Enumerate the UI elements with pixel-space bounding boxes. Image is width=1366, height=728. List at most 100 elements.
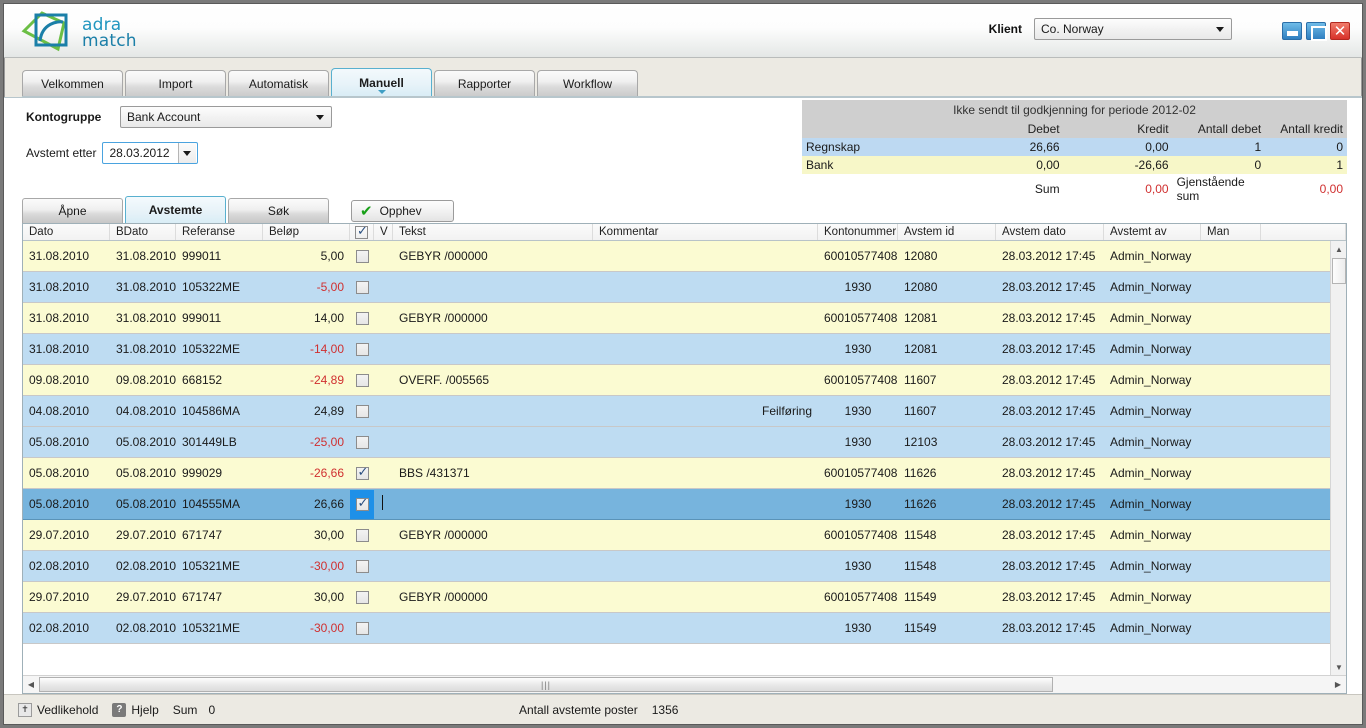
col-header-v[interactable]: V — [374, 224, 393, 240]
col-header-avstemt-av[interactable]: Avstemt av — [1104, 224, 1201, 240]
cell-kontonummer: 60010577408 — [824, 528, 898, 542]
table-row[interactable]: 29.07.2010 29.07.2010 671747 30,00 GEBYR /00… — [23, 582, 1346, 613]
row-checkbox-cell[interactable] — [350, 311, 374, 325]
cell-bdato: 09.08.2010 — [116, 373, 176, 387]
minimize-button[interactable] — [1282, 22, 1302, 40]
kontogruppe-row: Kontogruppe Bank Account — [26, 106, 332, 128]
table-row[interactable]: 04.08.2010 04.08.2010 104586MA 24,89 Feilfør… — [23, 396, 1346, 427]
vertical-scrollbar[interactable]: ▲ ▼ — [1330, 241, 1346, 675]
antall-avstemte-label: Antall avstemte poster — [519, 702, 638, 717]
table-row[interactable]: 05.08.2010 05.08.2010 104555MA 26,66 1930 116… — [23, 489, 1346, 520]
close-button[interactable]: ✕ — [1330, 22, 1350, 40]
cell-referanse: 301449LB — [182, 435, 237, 449]
summary-col-antall-kredit: Antall kredit — [1265, 120, 1347, 138]
cell-avstem-dato: 28.03.2012 17:45 — [1002, 621, 1096, 635]
row-checkbox-cell[interactable] — [350, 466, 374, 480]
maximize-button[interactable] — [1306, 22, 1327, 41]
row-checkbox-cell[interactable] — [350, 559, 374, 573]
grid-body[interactable]: 31.08.2010 31.08.2010 999011 5,00 GEBYR /000… — [23, 241, 1346, 675]
row-checkbox[interactable] — [355, 559, 369, 573]
tab-automatisk[interactable]: Automatisk — [228, 70, 329, 97]
row-checkbox-cell[interactable] — [350, 590, 374, 604]
col-header-referanse[interactable]: Referanse — [176, 224, 263, 240]
scroll-left-icon[interactable]: ◀ — [23, 677, 39, 693]
row-checkbox-cell[interactable] — [350, 404, 374, 418]
table-row[interactable]: 05.08.2010 05.08.2010 999029 -26,66 BBS /431… — [23, 458, 1346, 489]
kontogruppe-dropdown[interactable]: Bank Account — [120, 106, 332, 128]
subtab-sok[interactable]: Søk — [228, 198, 329, 223]
row-checkbox-cell[interactable] — [350, 435, 374, 449]
table-row[interactable]: 31.08.2010 31.08.2010 105322ME -5,00 1930 120… — [23, 272, 1346, 303]
row-checkbox[interactable] — [355, 342, 369, 356]
client-dropdown[interactable]: Co. Norway — [1034, 18, 1232, 40]
opphev-button-label: Opphev — [379, 204, 422, 218]
tab-manuell[interactable]: Manuell — [331, 68, 432, 97]
table-row[interactable]: 29.07.2010 29.07.2010 671747 30,00 GEBYR /00… — [23, 520, 1346, 551]
row-checkbox-cell[interactable] — [350, 249, 374, 263]
avstemt-etter-value[interactable]: 28.03.2012 — [103, 146, 177, 160]
tab-velkommen[interactable]: Velkommen — [22, 70, 123, 97]
row-checkbox-cell[interactable] — [350, 280, 374, 294]
cell-bdato: 29.07.2010 — [116, 590, 176, 604]
scroll-up-icon[interactable]: ▲ — [1331, 241, 1346, 257]
col-header-man[interactable]: Man — [1201, 224, 1261, 240]
cell-avstem-dato: 28.03.2012 17:45 — [1002, 311, 1096, 325]
avstemt-etter-datepicker[interactable]: 28.03.2012 — [102, 142, 198, 164]
col-header-tekst[interactable]: Tekst — [393, 224, 593, 240]
tab-import[interactable]: Import — [125, 70, 226, 97]
tab-rapporter[interactable]: Rapporter — [434, 70, 535, 97]
row-checkbox-cell[interactable] — [350, 373, 374, 387]
col-header-kommentar[interactable]: Kommentar — [593, 224, 818, 240]
cell-bdato: 31.08.2010 — [116, 342, 176, 356]
cell-referanse: 999011 — [182, 311, 222, 325]
col-header-kontonummer[interactable]: Kontonummer — [818, 224, 898, 240]
col-header-dato[interactable]: Dato — [23, 224, 110, 240]
row-checkbox-cell[interactable] — [350, 489, 374, 519]
col-header-avstem-dato[interactable]: Avstem dato — [996, 224, 1104, 240]
horizontal-scrollbar[interactable]: ◀ ||| ▶ — [23, 675, 1346, 693]
row-checkbox[interactable] — [355, 373, 369, 387]
cell-referanse: 671747 — [182, 590, 223, 604]
row-checkbox[interactable] — [355, 496, 369, 511]
row-checkbox[interactable] — [355, 311, 369, 325]
table-row[interactable]: 02.08.2010 02.08.2010 105321ME -30,00 1930 11… — [23, 551, 1346, 582]
scroll-right-icon[interactable]: ▶ — [1330, 677, 1346, 693]
row-checkbox[interactable] — [355, 404, 369, 418]
col-header-bdato[interactable]: BDato — [110, 224, 176, 240]
horizontal-scroll-thumb[interactable]: ||| — [39, 677, 1053, 692]
select-all-checkbox[interactable] — [355, 224, 368, 239]
table-row[interactable]: 09.08.2010 09.08.2010 668152 -24,89 OVERF. /… — [23, 365, 1346, 396]
row-checkbox-cell[interactable] — [350, 528, 374, 542]
scroll-down-icon[interactable]: ▼ — [1331, 659, 1346, 675]
table-row[interactable]: 31.08.2010 31.08.2010 999011 14,00 GEBYR /00… — [23, 303, 1346, 334]
tab-workflow[interactable]: Workflow — [537, 70, 638, 97]
table-row[interactable]: 05.08.2010 05.08.2010 301449LB -25,00 1930 12… — [23, 427, 1346, 458]
summary-table: Debet Kredit Antall debet Antall kredit … — [802, 120, 1347, 204]
vertical-scroll-thumb[interactable] — [1332, 258, 1346, 284]
row-checkbox-cell[interactable] — [350, 342, 374, 356]
table-row[interactable]: 31.08.2010 31.08.2010 105322ME -14,00 1930 12… — [23, 334, 1346, 365]
hjelp-button[interactable]: ? Hjelp — [112, 702, 159, 717]
col-header-select-all[interactable] — [350, 224, 374, 240]
calendar-dropdown-icon[interactable] — [177, 143, 196, 163]
vedlikehold-button[interactable]: ✝ Vedlikehold — [18, 702, 98, 717]
row-checkbox-cell[interactable] — [350, 621, 374, 635]
row-checkbox-highlight[interactable] — [350, 489, 374, 519]
row-checkbox[interactable] — [355, 621, 369, 635]
col-header-belop[interactable]: Beløp — [263, 224, 350, 240]
cell-kontonummer: 1930 — [844, 559, 872, 573]
subtab-avstemte[interactable]: Avstemte — [125, 196, 226, 223]
row-checkbox[interactable] — [355, 590, 369, 604]
subtab-apne[interactable]: Åpne — [22, 198, 123, 223]
table-row[interactable]: 02.08.2010 02.08.2010 105321ME -30,00 1930 11… — [23, 613, 1346, 644]
row-checkbox[interactable] — [355, 280, 369, 294]
row-checkbox[interactable] — [355, 435, 369, 449]
row-checkbox[interactable] — [355, 466, 369, 480]
table-row[interactable]: 31.08.2010 31.08.2010 999011 5,00 GEBYR /000… — [23, 241, 1346, 272]
cell-dato: 02.08.2010 — [29, 621, 90, 635]
row-checkbox[interactable] — [355, 249, 369, 263]
col-header-avstem-id[interactable]: Avstem id — [898, 224, 996, 240]
cell-tekst: GEBYR /000000 — [399, 249, 488, 263]
opphev-button[interactable]: ✔ Opphev — [351, 200, 454, 222]
row-checkbox[interactable] — [355, 528, 369, 542]
